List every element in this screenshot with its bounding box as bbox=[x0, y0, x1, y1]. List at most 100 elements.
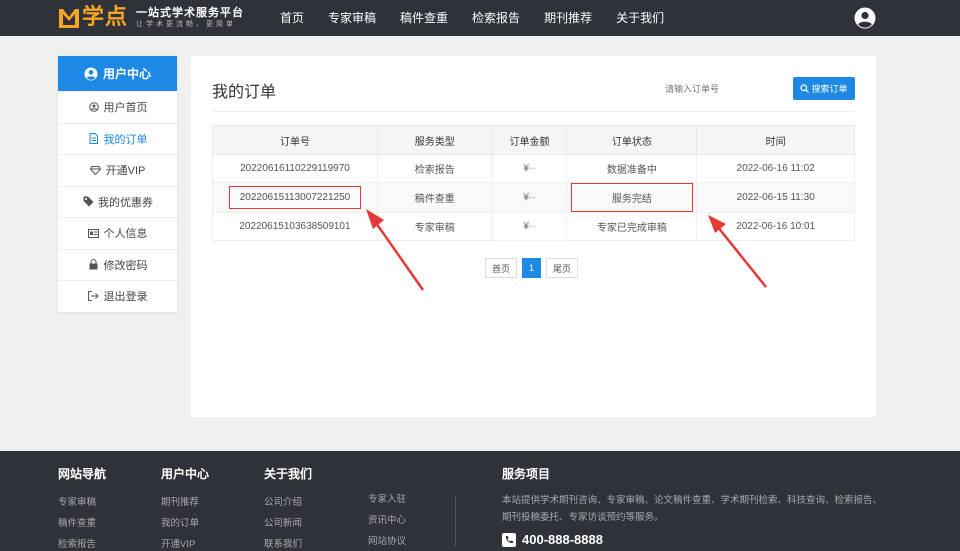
order-time: 2022-06-16 10:01 bbox=[696, 212, 855, 241]
order-search-input[interactable] bbox=[657, 77, 783, 101]
order-id-cell: 20220615113007221250 bbox=[212, 182, 378, 213]
pager-last-button[interactable]: 尾页 bbox=[546, 258, 579, 278]
sidebar-header-label: 用户中心 bbox=[102, 67, 151, 81]
phone-number: 400-888-8888 bbox=[522, 532, 603, 547]
footer-link[interactable]: 联系我们 bbox=[264, 534, 312, 551]
table-row: 20220615103638509101 专家审稿 ¥·· 专家已完成审稿 20… bbox=[212, 212, 855, 241]
column-header: 订单号 bbox=[212, 125, 378, 155]
order-id-link[interactable]: 20220616110229119970 bbox=[212, 154, 378, 183]
site-footer: 网站导航 专家审稿 稿件查重 检索报告 用户中心 期刊推荐 我的订单 开通VIP… bbox=[0, 451, 960, 551]
sidebar-item-label: 退出登录 bbox=[103, 291, 148, 304]
sidebar-item-coupons[interactable]: 我的优惠券 bbox=[58, 185, 177, 218]
table-header-row: 订单号 服务类型 订单金额 订单状态 时间 bbox=[212, 125, 855, 155]
sidebar-item-change-password[interactable]: 修改密码 bbox=[58, 248, 177, 281]
top-navbar: 学点 一站式学术服务平台 让学术更流畅、更简单 首页 专家审稿 稿件查重 检索报… bbox=[0, 0, 960, 36]
column-header: 订单金额 bbox=[491, 125, 568, 155]
id-card-icon bbox=[88, 227, 100, 239]
footer-link[interactable]: 公司新闻 bbox=[264, 513, 312, 534]
footer-link[interactable]: 资讯中心 bbox=[368, 510, 406, 531]
sidebar-item-my-orders[interactable]: 我的订单 bbox=[58, 122, 177, 155]
footer-link[interactable]: 开通VIP bbox=[161, 534, 209, 551]
services-description: 本站提供学术期刊咨询、专家审稿、论文稿件查重、学术期刊检索、科技查询、检索报告、… bbox=[502, 495, 883, 523]
sidebar-item-label: 个人信息 bbox=[103, 228, 148, 241]
sidebar-item-label: 修改密码 bbox=[103, 259, 148, 272]
diamond-icon bbox=[90, 164, 102, 176]
footer-col-user-center: 用户中心 期刊推荐 我的订单 开通VIP bbox=[161, 465, 209, 551]
search-icon bbox=[800, 84, 810, 93]
footer-link[interactable]: 网站协议 bbox=[368, 531, 406, 551]
nav-about-us[interactable]: 关于我们 bbox=[604, 0, 676, 36]
nav-home[interactable]: 首页 bbox=[268, 0, 316, 36]
site-logo[interactable]: 学点 一站式学术服务平台 让学术更流畅、更简单 bbox=[58, 4, 244, 30]
user-center-sidebar: 用户中心 用户首页 我的订单 开通VIP 我的优惠券 个人信息 修改密码 退出登… bbox=[58, 56, 177, 312]
footer-col-about: 关于我们 公司介绍 公司新闻 联系我们 bbox=[264, 465, 312, 551]
order-time: 2022-06-16 11:02 bbox=[696, 154, 855, 183]
tag-icon bbox=[82, 196, 94, 208]
order-amount: ¥·· bbox=[491, 182, 568, 213]
order-status: 专家已完成审稿 bbox=[566, 212, 698, 241]
nav-journal-recommend[interactable]: 期刊推荐 bbox=[532, 0, 604, 36]
user-circle-icon bbox=[88, 101, 100, 113]
page-title: 我的订单 bbox=[212, 84, 277, 101]
footer-heading: 服务项目 bbox=[502, 467, 551, 481]
phone-icon bbox=[502, 532, 516, 547]
footer-link[interactable]: 专家审稿 bbox=[58, 492, 106, 513]
orders-table: 订单号 服务类型 订单金额 订单状态 时间 202206161102291199… bbox=[212, 125, 855, 241]
sidebar-item-label: 用户首页 bbox=[103, 102, 148, 115]
footer-link[interactable]: 专家入驻 bbox=[368, 489, 406, 510]
pagination: 首页 1 尾页 bbox=[485, 258, 579, 278]
nav-search-report[interactable]: 检索报告 bbox=[460, 0, 532, 36]
sidebar-item-logout[interactable]: 退出登录 bbox=[58, 280, 177, 312]
nav-expert-review[interactable]: 专家审稿 bbox=[316, 0, 388, 36]
column-header: 订单状态 bbox=[566, 125, 698, 155]
highlighted-order-id-link[interactable]: 20220615113007221250 bbox=[228, 186, 362, 209]
footer-link[interactable]: 公司介绍 bbox=[264, 492, 312, 513]
order-status: 数据准备中 bbox=[566, 154, 698, 183]
column-header: 时间 bbox=[696, 125, 855, 155]
pager-first-button[interactable]: 首页 bbox=[485, 258, 518, 278]
footer-link[interactable]: 检索报告 bbox=[58, 534, 106, 551]
orders-panel: 我的订单 搜索订单 订单号 服务类型 订单金额 订单状态 时间 20220616… bbox=[191, 56, 876, 417]
sidebar-item-label: 开通VIP bbox=[105, 165, 146, 178]
column-header: 服务类型 bbox=[376, 125, 493, 155]
sidebar-item-label: 我的订单 bbox=[103, 133, 148, 146]
sidebar-item-user-home[interactable]: 用户首页 bbox=[58, 91, 177, 123]
logo-tagline: 一站式学术服务平台 bbox=[136, 6, 245, 19]
footer-link[interactable]: 稿件查重 bbox=[58, 513, 106, 534]
footer-separator bbox=[455, 496, 456, 546]
service-type: 检索报告 bbox=[376, 154, 493, 183]
footer-heading: 网站导航 bbox=[58, 467, 107, 481]
lock-icon bbox=[88, 259, 100, 271]
title-divider bbox=[212, 111, 855, 112]
document-icon bbox=[88, 133, 100, 145]
footer-link[interactable]: 期刊推荐 bbox=[161, 492, 209, 513]
pager-page-current[interactable]: 1 bbox=[522, 258, 542, 278]
order-time: 2022-06-15 11:30 bbox=[696, 182, 855, 213]
footer-link[interactable]: 我的订单 bbox=[161, 513, 209, 534]
footer-heading: 关于我们 bbox=[264, 467, 313, 481]
search-order-button[interactable]: 搜索订单 bbox=[793, 77, 855, 100]
footer-col-misc: 专家入驻 资讯中心 网站协议 bbox=[368, 489, 406, 551]
main-nav: 首页 专家审稿 稿件查重 检索报告 期刊推荐 关于我们 bbox=[268, 0, 676, 36]
service-type: 稿件查重 bbox=[376, 182, 493, 213]
order-status-cell: 服务完结 bbox=[566, 182, 698, 213]
order-id-link[interactable]: 20220615103638509101 bbox=[212, 212, 378, 241]
user-circle-icon bbox=[84, 67, 98, 80]
logout-icon bbox=[88, 290, 100, 302]
order-amount: ¥·· bbox=[491, 154, 568, 183]
footer-col-site-nav: 网站导航 专家审稿 稿件查重 检索报告 bbox=[58, 465, 106, 551]
nav-plagiarism-check[interactable]: 稿件查重 bbox=[388, 0, 460, 36]
search-button-label: 搜索订单 bbox=[811, 84, 848, 94]
table-row: 20220615113007221250 稿件查重 ¥·· 服务完结 2022-… bbox=[212, 182, 855, 213]
sidebar-item-vip[interactable]: 开通VIP bbox=[58, 154, 177, 186]
highlighted-order-status: 服务完结 bbox=[570, 183, 693, 212]
logo-tagline-sub: 让学术更流畅、更简单 bbox=[136, 20, 237, 28]
order-amount: ¥·· bbox=[491, 212, 568, 241]
footer-heading: 用户中心 bbox=[161, 467, 210, 481]
sidebar-header: 用户中心 bbox=[58, 56, 177, 91]
user-avatar-icon[interactable] bbox=[854, 7, 876, 29]
service-type: 专家审稿 bbox=[376, 212, 493, 241]
sidebar-item-profile[interactable]: 个人信息 bbox=[58, 217, 177, 249]
sidebar-item-label: 我的优惠券 bbox=[98, 196, 153, 209]
table-row: 20220616110229119970 检索报告 ¥·· 数据准备中 2022… bbox=[212, 154, 855, 183]
